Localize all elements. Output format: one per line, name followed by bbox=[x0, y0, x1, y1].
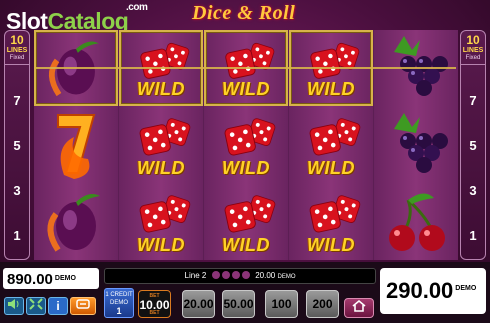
balance-display: 890.00 DEMO bbox=[3, 268, 99, 289]
credit-value: 1 bbox=[116, 306, 122, 316]
win-value: 290.00 bbox=[386, 278, 454, 303]
left-lines-count: 10 bbox=[10, 33, 24, 47]
right-line-number: 7 bbox=[469, 93, 477, 108]
bet-option-button[interactable]: 20.00 bbox=[182, 290, 215, 318]
left-line-number: 1 bbox=[13, 228, 21, 243]
info-icon[interactable]: i bbox=[48, 297, 68, 315]
left-line-number: 7 bbox=[13, 93, 21, 108]
win-line bbox=[34, 67, 456, 69]
bet-option-button[interactable]: 200 bbox=[306, 290, 339, 318]
balance-value: 890.00 bbox=[7, 271, 53, 288]
line-text: Line 2 bbox=[184, 271, 207, 280]
bet-tag-top: BET bbox=[149, 293, 160, 299]
info-bar: Line 2 20.00 DEMO bbox=[104, 268, 376, 284]
win-unit: DEMO bbox=[455, 285, 477, 292]
watermark-suffix: .com bbox=[126, 2, 148, 13]
right-line-number: 3 bbox=[469, 183, 477, 198]
bet-option-button[interactable]: 100 bbox=[265, 290, 298, 318]
line-win-amount: 20.00 bbox=[255, 271, 276, 280]
right-fixed-label: Fixed bbox=[465, 55, 481, 61]
reels-area: WILD WILD WILD WILD WILD WILD WILD WILD … bbox=[34, 30, 458, 260]
left-line-number: 3 bbox=[13, 183, 21, 198]
left-fixed-label: Fixed bbox=[9, 55, 25, 61]
game-logo: Dice & Roll bbox=[192, 2, 296, 24]
right-lines-panel: 10 LINES Fixed 7 5 3 1 bbox=[460, 30, 486, 260]
credit-label: 1 CREDIT bbox=[105, 292, 133, 298]
line-win-unit: DEMO bbox=[277, 274, 296, 280]
fullscreen-icon[interactable] bbox=[26, 297, 46, 315]
home-icon[interactable] bbox=[344, 298, 374, 318]
win-display: 290.00 DEMO bbox=[380, 268, 486, 314]
left-line-number: 5 bbox=[13, 138, 21, 153]
right-lines-count: 10 bbox=[466, 33, 480, 47]
balance-unit: DEMO bbox=[54, 275, 76, 282]
right-lines-indicator: 10 LINES Fixed bbox=[461, 31, 485, 65]
left-lines-panel: 10 LINES Fixed 7 5 3 1 bbox=[4, 30, 30, 260]
right-lines-label: LINES bbox=[462, 47, 484, 54]
credit-button[interactable]: 1 CREDIT DEMO 1 bbox=[104, 288, 134, 318]
bet-option-button[interactable]: 50.00 bbox=[222, 290, 255, 318]
left-lines-indicator: 10 LINES Fixed bbox=[5, 31, 29, 65]
right-line-number: 1 bbox=[469, 228, 477, 243]
sound-icon[interactable] bbox=[4, 297, 24, 315]
gamble-icon[interactable] bbox=[70, 297, 96, 315]
left-lines-label: LINES bbox=[6, 47, 28, 54]
bet-tag-bottom: BET bbox=[149, 310, 160, 316]
bet-selected[interactable]: BET 10.00 BET bbox=[138, 290, 171, 318]
right-line-number: 5 bbox=[469, 138, 477, 153]
